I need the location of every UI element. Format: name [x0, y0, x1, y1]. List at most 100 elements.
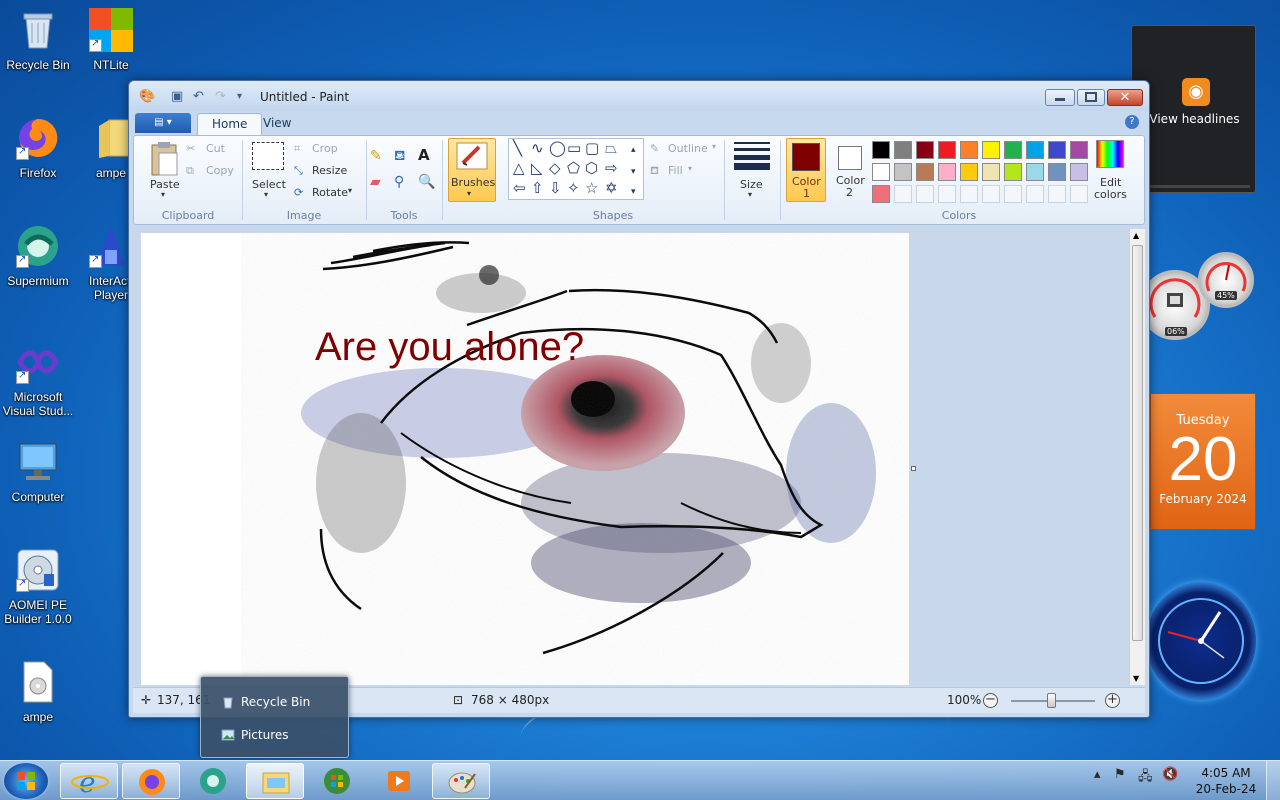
drawing-canvas[interactable]: Are you alone?: [141, 233, 909, 685]
taskbar-windows-logo-app[interactable]: [308, 763, 366, 799]
undo-icon[interactable]: ↶: [193, 89, 204, 104]
palette-swatch[interactable]: [1026, 141, 1044, 159]
palette-swatch[interactable]: [982, 185, 1000, 203]
palette-swatch[interactable]: [982, 163, 1000, 181]
select-icon[interactable]: [252, 142, 284, 170]
show-hidden-icons[interactable]: ▴: [1094, 767, 1101, 782]
help-icon[interactable]: ?: [1125, 115, 1139, 129]
zoom-slider-thumb[interactable]: [1047, 693, 1056, 708]
taskbar-supermium[interactable]: [184, 763, 242, 799]
zoom-out-button[interactable]: −: [983, 693, 998, 708]
fill-bucket-icon[interactable]: ⛾: [394, 148, 405, 166]
eraser-icon[interactable]: ▰: [370, 174, 381, 190]
arrow-left-shape-icon[interactable]: ⇦: [513, 181, 526, 196]
taskbar-clock[interactable]: 4:05 AM 20-Feb-24: [1186, 765, 1266, 797]
five-point-star-icon[interactable]: ☆: [585, 181, 598, 196]
palette-swatch[interactable]: [894, 185, 912, 203]
scroll-up-icon[interactable]: ▲: [1133, 231, 1139, 240]
palette-swatch[interactable]: [1070, 141, 1088, 159]
outline-dropdown-icon[interactable]: ▾: [712, 142, 716, 151]
four-point-star-icon[interactable]: ✧: [567, 181, 580, 196]
crop-button[interactable]: Crop: [312, 142, 338, 155]
shapes-expand-icon[interactable]: ▾: [631, 185, 636, 200]
edit-colors-label2[interactable]: colors: [1094, 188, 1127, 201]
palette-swatch[interactable]: [960, 185, 978, 203]
taskbar-firefox[interactable]: [122, 763, 180, 799]
palette-swatch[interactable]: [982, 141, 1000, 159]
arrow-right-shape-icon[interactable]: ⇨: [605, 161, 618, 176]
color2-button[interactable]: Color 2: [832, 138, 872, 202]
canvas-resize-handle[interactable]: [911, 466, 916, 471]
paint-menu-button[interactable]: ▤ ▾: [135, 113, 191, 133]
magnifier-icon[interactable]: 🔍: [418, 174, 435, 190]
copy-button[interactable]: Copy: [206, 164, 234, 177]
network-icon[interactable]: 🖧: [1138, 767, 1153, 789]
edit-colors-icon[interactable]: [1096, 140, 1124, 168]
view-headlines-link[interactable]: View headlines: [1132, 112, 1257, 126]
shapes-gallery[interactable]: ╲ ∿ ◯ ▭ ▢ ⏢ △ ◺ ◇ ⬠ ⬡ ⇨ ⇦ ⇧ ⇩ ✧ ☆ ✡ ▴ ▾ …: [508, 138, 644, 200]
paste-dropdown-icon[interactable]: ▾: [161, 190, 165, 199]
palette-swatch[interactable]: [960, 163, 978, 181]
desktop-icon-supermium[interactable]: Supermium: [0, 224, 76, 288]
redo-icon[interactable]: ↷: [215, 89, 226, 104]
fill-button[interactable]: Fill: [668, 164, 683, 177]
text-tool-icon[interactable]: A: [418, 146, 430, 164]
desktop-icon-aomei-pe-builder[interactable]: AOMEI PE Builder 1.0.0: [0, 548, 76, 626]
palette-swatch[interactable]: [916, 163, 934, 181]
desktop-icon-ampe-file[interactable]: ampe: [0, 660, 76, 724]
taskbar-paint[interactable]: [432, 763, 490, 799]
outline-button[interactable]: Outline: [668, 142, 708, 155]
palette-swatch[interactable]: [872, 185, 890, 203]
six-point-star-icon[interactable]: ✡: [605, 181, 618, 196]
paint-app-icon[interactable]: 🎨: [139, 89, 155, 104]
palette-swatch[interactable]: [938, 185, 956, 203]
desktop-icon-recycle-bin[interactable]: Recycle Bin: [0, 8, 76, 72]
rotate-button[interactable]: Rotate: [312, 186, 348, 199]
fill-dropdown-icon[interactable]: ▾: [688, 164, 692, 173]
start-button[interactable]: [4, 763, 48, 799]
palette-swatch[interactable]: [1026, 185, 1044, 203]
taskbar-media-player[interactable]: [370, 763, 428, 799]
oval-shape-icon[interactable]: ◯: [549, 141, 566, 156]
palette-swatch[interactable]: [894, 141, 912, 159]
palette-swatch[interactable]: [1070, 185, 1088, 203]
desktop-icon-ntlite[interactable]: NTLite: [73, 8, 149, 72]
polygon-shape-icon[interactable]: ⏢: [605, 141, 617, 156]
palette-swatch[interactable]: [960, 141, 978, 159]
color-picker-icon[interactable]: ⚲: [394, 174, 404, 190]
select-button[interactable]: Select: [252, 178, 286, 191]
qat-dropdown-icon[interactable]: ▾: [237, 91, 242, 102]
palette-swatch[interactable]: [1004, 141, 1022, 159]
rounded-rect-shape-icon[interactable]: ▢: [585, 141, 599, 156]
rectangle-shape-icon[interactable]: ▭: [567, 141, 581, 156]
shapes-scroll-up-icon[interactable]: ▴: [631, 143, 636, 158]
zoom-in-button[interactable]: +: [1105, 693, 1120, 708]
palette-swatch[interactable]: [1048, 163, 1066, 181]
paint-window[interactable]: 🎨 ▣ ↶ ↷ ▾ Untitled - Paint ✕ ▤ ▾ Home Vi…: [128, 80, 1150, 718]
tab-view[interactable]: View: [249, 113, 305, 135]
select-dropdown-icon[interactable]: ▾: [264, 190, 268, 199]
taskbar-internet-explorer[interactable]: e: [60, 763, 118, 799]
pentagon-shape-icon[interactable]: ⬠: [567, 161, 580, 176]
jumplist-item-recycle-bin[interactable]: Recycle Bin: [211, 691, 341, 713]
palette-swatch[interactable]: [894, 163, 912, 181]
size-icon[interactable]: [734, 140, 770, 170]
palette-swatch[interactable]: [1026, 163, 1044, 181]
rotate-dropdown-icon[interactable]: ▾: [348, 186, 352, 195]
palette-swatch[interactable]: [938, 141, 956, 159]
taskbar-windows-explorer[interactable]: [246, 763, 304, 799]
size-dropdown-icon[interactable]: ▾: [748, 190, 752, 199]
volume-muted-icon[interactable]: 🔇: [1162, 767, 1178, 782]
palette-swatch[interactable]: [916, 141, 934, 159]
desktop-icon-visual-studio[interactable]: Microsoft Visual Stud...: [0, 340, 76, 418]
close-button[interactable]: ✕: [1107, 89, 1143, 106]
arrow-up-shape-icon[interactable]: ⇧: [531, 181, 544, 196]
right-triangle-shape-icon[interactable]: ◺: [531, 161, 543, 176]
palette-swatch[interactable]: [1048, 185, 1066, 203]
desktop-icon-computer[interactable]: Computer: [0, 440, 76, 504]
diamond-shape-icon[interactable]: ◇: [549, 161, 561, 176]
palette-swatch[interactable]: [916, 185, 934, 203]
line-shape-icon[interactable]: ╲: [513, 141, 522, 156]
jumplist-item-pictures[interactable]: Pictures: [211, 724, 341, 746]
title-bar[interactable]: 🎨 ▣ ↶ ↷ ▾ Untitled - Paint ✕: [129, 81, 1149, 111]
